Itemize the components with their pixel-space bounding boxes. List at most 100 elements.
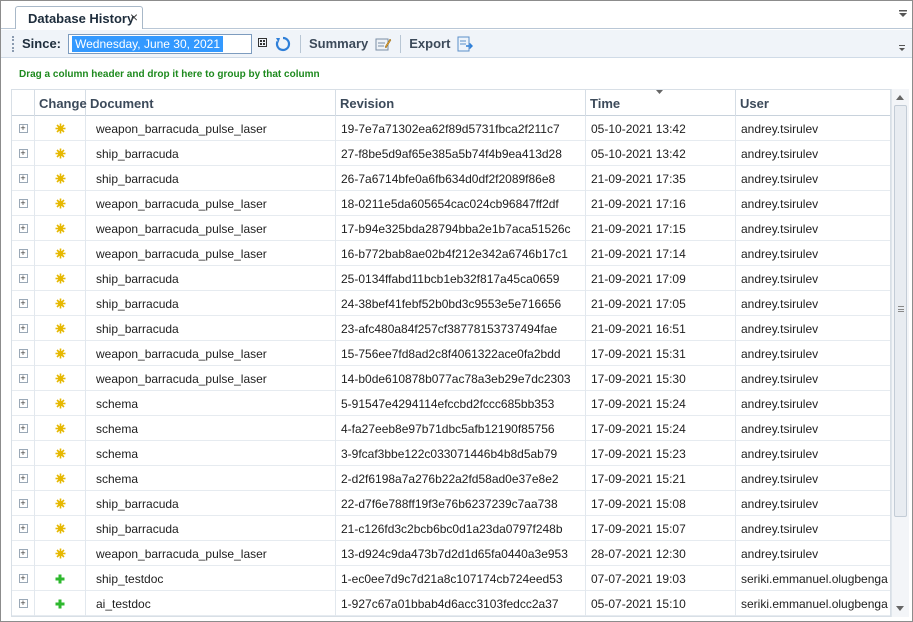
row-expander[interactable]: +: [12, 191, 35, 216]
table-row[interactable]: + ship_barracuda 22-d7f6e788ff19f3e76b6237…: [12, 491, 890, 516]
scroll-up-icon[interactable]: [896, 93, 904, 102]
row-expander[interactable]: +: [12, 516, 35, 541]
table-row[interactable]: + weapon_barracuda_pulse_laser 17-b94e325b…: [12, 216, 890, 241]
table-row[interactable]: + weapon_barracuda_pulse_laser 16-b772bab8…: [12, 241, 890, 266]
scroll-thumb[interactable]: [894, 105, 907, 517]
expand-icon[interactable]: +: [18, 324, 28, 333]
revision-cell: 27-f8be5d9af65e385a5b74f4b9ea413d28: [336, 141, 586, 166]
export-button[interactable]: Export: [409, 35, 474, 53]
expand-icon[interactable]: +: [18, 199, 28, 208]
row-expander[interactable]: +: [12, 341, 35, 366]
user-cell: andrey.tsirulev: [741, 171, 819, 186]
revision-cell: 1-ec0ee7d9c7d21a8c107174cb724eed53: [336, 566, 586, 591]
expand-icon[interactable]: +: [18, 549, 28, 558]
change-cell: [35, 491, 86, 516]
row-expander[interactable]: +: [12, 416, 35, 441]
table-row[interactable]: + schema 3-9fcaf3bbe122c033071446b4b8d5ab7…: [12, 441, 890, 466]
expand-icon[interactable]: +: [18, 499, 28, 508]
table-row[interactable]: + ship_barracuda 21-c126fd3c2bcb6bc0d1a23d…: [12, 516, 890, 541]
row-expander[interactable]: +: [12, 291, 35, 316]
modified-change-icon: [54, 373, 66, 385]
expand-icon[interactable]: +: [18, 449, 28, 458]
table-row[interactable]: + ship_barracuda 26-7a6714bfe0a6fb634d0df2…: [12, 166, 890, 191]
expand-icon[interactable]: +: [18, 574, 28, 583]
expand-icon[interactable]: +: [18, 299, 28, 308]
row-expander[interactable]: +: [12, 241, 35, 266]
expand-icon[interactable]: +: [18, 224, 28, 233]
refresh-icon[interactable]: [274, 35, 292, 53]
header-user[interactable]: User: [736, 90, 890, 116]
row-expander[interactable]: +: [12, 266, 35, 291]
calendar-icon[interactable]: [256, 37, 268, 50]
table-row[interactable]: + ship_testdoc 1-ec0ee7d9c7d21a8c107174cb7…: [12, 566, 890, 591]
expand-icon[interactable]: +: [18, 524, 28, 533]
row-expander[interactable]: +: [12, 541, 35, 566]
expand-icon[interactable]: +: [18, 249, 28, 258]
summary-button[interactable]: Summary: [309, 35, 392, 53]
document-cell: weapon_barracuda_pulse_laser: [86, 541, 336, 566]
revision-cell: 22-d7f6e788ff19f3e76b6237239c7aa738: [336, 491, 586, 516]
expand-icon[interactable]: +: [18, 424, 28, 433]
row-expander[interactable]: +: [12, 141, 35, 166]
user-cell: andrey.tsirulev: [741, 121, 819, 136]
table-row[interactable]: + weapon_barracuda_pulse_laser 15-756ee7fd…: [12, 341, 890, 366]
since-date-value[interactable]: Wednesday, June 30, 2021: [72, 35, 224, 52]
row-expander[interactable]: +: [12, 316, 35, 341]
row-expander[interactable]: +: [12, 566, 35, 591]
expand-icon[interactable]: +: [18, 599, 28, 608]
table-row[interactable]: + ship_barracuda 24-38bef41febf52b0bd3c955…: [12, 291, 890, 316]
change-cell: [35, 166, 86, 191]
document-cell: weapon_barracuda_pulse_laser: [86, 366, 336, 391]
table-row[interactable]: + ship_barracuda 27-f8be5d9af65e385a5b74f4…: [12, 141, 890, 166]
header-revision-label: Revision: [340, 95, 395, 111]
expand-icon[interactable]: +: [18, 149, 28, 158]
row-expander[interactable]: +: [12, 491, 35, 516]
table-row[interactable]: + ship_barracuda 25-0134ffabd11bcb1eb32f81…: [12, 266, 890, 291]
expand-icon[interactable]: +: [18, 124, 28, 133]
table-row[interactable]: + ship_barracuda 23-afc480a84f257cf3877815…: [12, 316, 890, 341]
table-row[interactable]: + schema 5-91547e4294114efccbd2fccc685bb35…: [12, 391, 890, 416]
scroll-down-icon[interactable]: [896, 604, 904, 613]
change-cell: [35, 516, 86, 541]
table-row[interactable]: + ai_testdoc 1-927c67a01bbab4d6acc3103fedc…: [12, 591, 890, 616]
row-expander[interactable]: +: [12, 216, 35, 241]
user-cell: andrey.tsirulev: [741, 146, 819, 161]
table-row[interactable]: + weapon_barracuda_pulse_laser 18-0211e5da…: [12, 191, 890, 216]
table-row[interactable]: + weapon_barracuda_pulse_laser 19-7e7a7130…: [12, 116, 890, 141]
change-cell: [35, 266, 86, 291]
row-expander[interactable]: +: [12, 166, 35, 191]
row-expander[interactable]: +: [12, 366, 35, 391]
expand-icon[interactable]: +: [18, 399, 28, 408]
table-row[interactable]: + weapon_barracuda_pulse_laser 13-d924c9da…: [12, 541, 890, 566]
row-expander[interactable]: +: [12, 466, 35, 491]
table-row[interactable]: + weapon_barracuda_pulse_laser 14-b0de6108…: [12, 366, 890, 391]
header-document[interactable]: Document: [86, 90, 336, 116]
header-revision[interactable]: Revision: [336, 90, 586, 116]
expand-icon[interactable]: +: [18, 474, 28, 483]
document-cell: weapon_barracuda_pulse_laser: [86, 216, 336, 241]
expand-icon[interactable]: +: [18, 349, 28, 358]
expand-icon[interactable]: +: [18, 174, 28, 183]
modified-change-icon: [54, 173, 66, 185]
header-change[interactable]: Change: [35, 90, 87, 116]
row-expander[interactable]: +: [12, 441, 35, 466]
toolbar-grip-icon[interactable]: [12, 35, 15, 52]
window-menu-icon[interactable]: [898, 9, 908, 22]
header-time[interactable]: Time: [586, 90, 736, 116]
expand-icon[interactable]: +: [18, 374, 28, 383]
summary-icon: [374, 35, 392, 53]
tab-database-history[interactable]: Database History ×: [15, 6, 143, 29]
table-row[interactable]: + schema 2-d2f6198a7a276b22a2fd58ad0e37e8e…: [12, 466, 890, 491]
expand-icon[interactable]: +: [18, 274, 28, 283]
since-date-picker[interactable]: Wednesday, June 30, 2021: [68, 33, 253, 54]
row-expander[interactable]: +: [12, 391, 35, 416]
vertical-scrollbar[interactable]: [891, 89, 909, 617]
close-icon[interactable]: ×: [130, 9, 138, 25]
row-expander[interactable]: +: [12, 591, 35, 616]
toolbar-overflow-icon[interactable]: [898, 44, 906, 54]
table-row[interactable]: + schema 4-fa27eeb8e97b71dbc5afb12190f8575…: [12, 416, 890, 441]
row-expander[interactable]: +: [12, 116, 35, 141]
revision-cell: 25-0134ffabd11bcb1eb32f817a45ca0659: [336, 266, 586, 291]
group-by-panel[interactable]: Drag a column header and drop it here to…: [1, 59, 912, 89]
time-cell: 21-09-2021 17:05: [586, 291, 736, 316]
